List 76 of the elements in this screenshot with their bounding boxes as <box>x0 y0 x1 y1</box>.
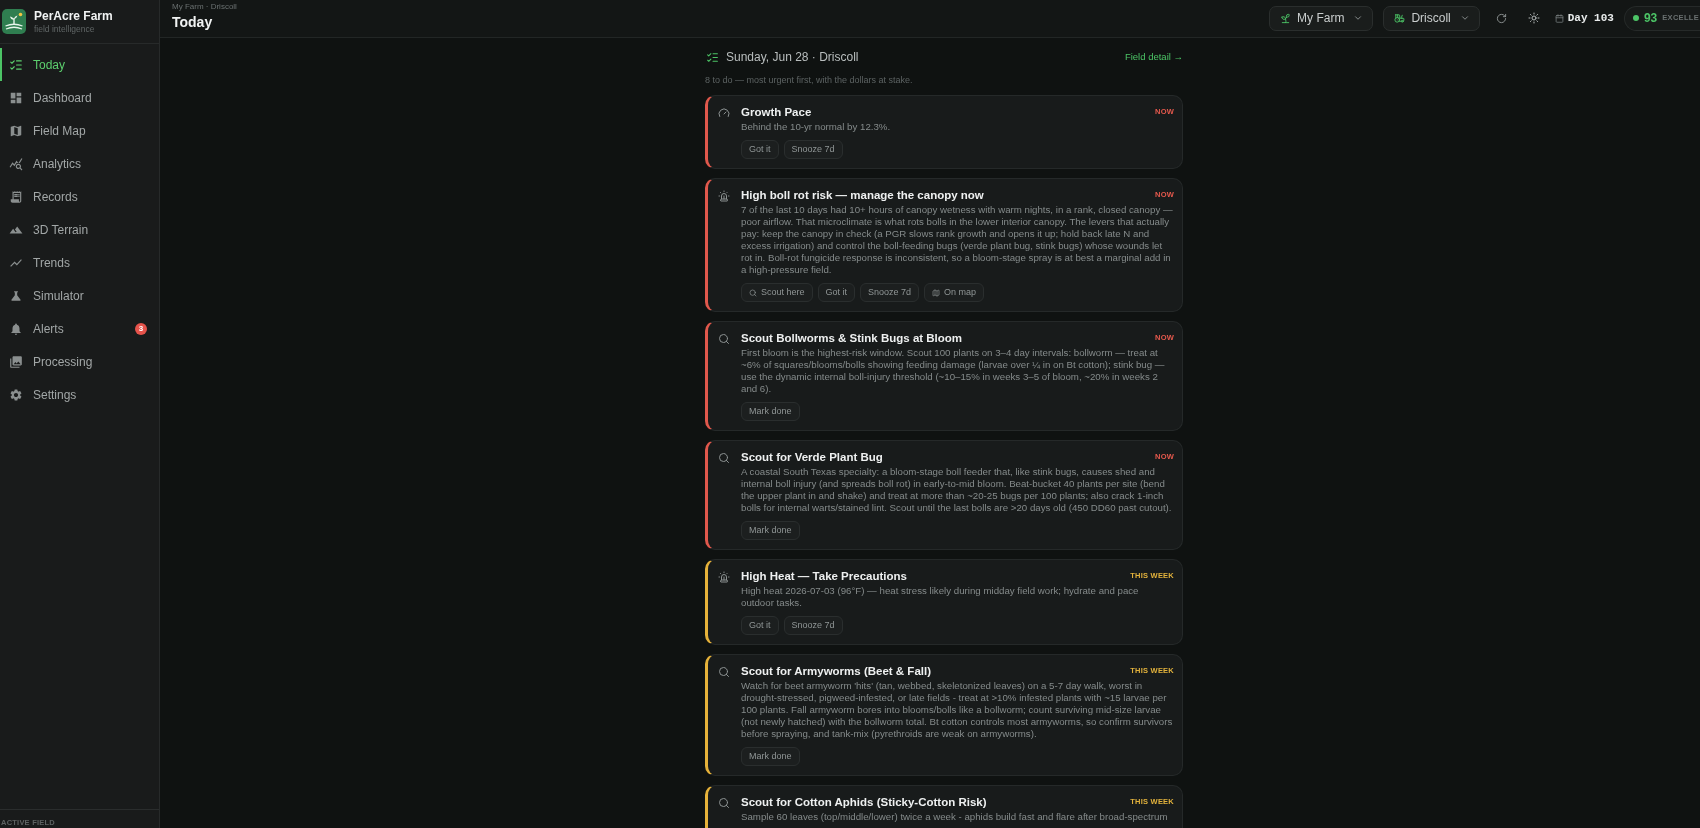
dashboard-grid-icon <box>9 90 23 105</box>
day-counter: Day 103 <box>1567 10 1614 26</box>
app-tagline: field intelligence <box>34 23 96 35</box>
checklist-icon <box>706 50 719 64</box>
task-description: 7 of the last 10 days had 10+ hours of canopy wetness with warm nights, in a rank, closed canopy — poor airflow. That microclimate is what rots bolls in the lower interior canopy. The levers that actually pay: keep the canopy in check (a PGR slows rank growth and opens it up; hold back late N and excess irrigation) and control the boll-feeding bugs (verde plant bug, stink bugs) whose wounds let rot in. Boll-rot fungicide response is inconsistent, so a bloom-stage spray is at best a marginal add in a high-pressure field. <box>741 204 1174 276</box>
search-icon <box>718 333 730 345</box>
snooze-button[interactable]: Snooze 7d <box>783 616 843 635</box>
mark-done-button[interactable]: Mark done <box>741 402 800 421</box>
nav-item[interactable]: Records <box>0 180 159 213</box>
acknowledge-button[interactable]: Got it <box>741 140 779 159</box>
show-on-map-button[interactable]: On map <box>924 283 985 302</box>
field-detail-link[interactable]: Field detail → <box>1124 49 1183 65</box>
page-title: Today <box>172 13 214 32</box>
summary-text: 8 to do — most urgent first, with the dollars at stake. <box>705 74 914 86</box>
search-icon <box>749 288 757 297</box>
task-title: Scout for Cotton Aphids (Sticky-Cotton Risk) <box>741 795 987 810</box>
scout-here-button[interactable]: Scout here <box>741 283 813 302</box>
refresh-icon[interactable] <box>1495 12 1507 24</box>
nav-item[interactable]: Dashboard <box>0 81 159 114</box>
farm-select[interactable]: My Farm <box>1269 5 1374 31</box>
sprout-icon <box>1280 12 1292 24</box>
nav-item[interactable]: Settings <box>0 378 159 411</box>
snooze-button[interactable]: Snooze 7d <box>783 140 843 159</box>
task-title: High boll rot risk — manage the canopy now <box>741 188 984 203</box>
tractor-icon <box>1394 12 1406 24</box>
checklist-icon <box>9 57 23 72</box>
date-heading: Sunday, Jun 28 · Driscoll <box>726 49 859 66</box>
task-description: A coastal South Texas specialty: a bloom-stage boll feeder that, like stink bugs, causes shed and internal boll injury (and spreads boll rot) in early-to-mid bloom. Beat-bucket 40 plants per site (bend the upper plant in and shake) and treat at more than ~20-25 bugs per 100 plants; also crack 1-inch bolls for internal warts/stained lint. Scout until the last bolls are >20 days old (450 DD60 past cutout). <box>741 466 1173 514</box>
task-description: High heat 2026-07-03 (96°F) — heat stress likely during midday field work; hydrate and pace outdoor tasks. <box>741 585 1140 609</box>
task-description: First bloom is the highest-risk window. Scout 100 plants on 3–4 day intervals: bollworm — treat at ~6% of squares/blooms/bolls showing feeding damage (larvae over ¼ in on Bt cotton); stink bug — use the dynamic internal boll-injury threshold (~10–15% in weeks 3–5 of bloom, ~20% in weeks 2 and 6). <box>741 347 1166 395</box>
search-icon <box>718 452 730 464</box>
nav-item[interactable]: Trends <box>0 246 159 279</box>
theme-sun-icon[interactable] <box>1527 12 1540 24</box>
document-icon <box>9 189 23 204</box>
settings-icon <box>9 387 23 402</box>
task-title: High Heat — Take Precautions <box>741 569 907 584</box>
bell-icon <box>9 321 23 336</box>
flask-icon <box>9 288 23 303</box>
task-title: Scout Bollworms & Stink Bugs at Bloom <box>741 331 963 346</box>
search-icon <box>718 797 730 809</box>
acknowledge-button[interactable]: Got it <box>741 616 779 635</box>
alert-count-badge: 3 <box>135 322 147 335</box>
nav-item[interactable]: Today <box>0 48 159 81</box>
task-description: Watch for beet armyworm 'hits' (tan, webbed, skeletonized leaves) on a 5-7 day walk, worst in drought-stressed, pigweed-infested, or late fields - treat at >10% infested plants with ~15 larvae per 100 plants. Fall armyworm bores into blooms/bolls like a bollworm; count surviving mid-size larvae (not newly hatched) with the bollworm total. Bt cotton controls most armyworms, so confirm survivors before spraying, and tank-mix (pyrethroids are weak on armyworms). <box>741 680 1174 740</box>
field-select[interactable]: Driscoll <box>1383 5 1480 31</box>
siren-icon <box>718 190 730 202</box>
task-title: Scout for Armyworms (Beet & Fall) <box>741 664 931 679</box>
chevron-down-icon <box>1353 13 1364 23</box>
mark-done-button[interactable]: Mark done <box>741 521 800 540</box>
breadcrumb: My Farm · Driscoll <box>172 1 237 12</box>
task-description: Behind the 10-yr normal by 12.3%. <box>741 121 892 133</box>
siren-icon <box>718 571 730 583</box>
nav-item[interactable]: Processing <box>0 345 159 378</box>
map-icon <box>932 288 941 297</box>
nav-item[interactable]: Field Map <box>0 114 159 147</box>
gauge-icon <box>718 107 730 119</box>
task-title: Growth Pace <box>741 105 812 120</box>
mark-done-button[interactable]: Mark done <box>741 747 800 766</box>
app-name: PerAcre Farm <box>34 8 113 24</box>
chevron-down-icon <box>1459 13 1470 23</box>
task-description: Sample 60 leaves (top/middle/lower) twice a week - aphids build fast and flare after broad-spectrum <box>741 811 1169 823</box>
nav-item[interactable]: 3D Terrain <box>0 213 159 246</box>
task-title: Scout for Verde Plant Bug <box>741 450 883 465</box>
search-icon <box>718 666 730 678</box>
calendar-icon <box>1554 13 1564 23</box>
chart-icon <box>9 156 23 171</box>
score-value: 93 <box>1643 10 1658 27</box>
logo-icon <box>2 9 26 34</box>
nav-item[interactable]: Analytics <box>0 147 159 180</box>
nav-item[interactable]: Simulator <box>0 279 159 312</box>
snooze-button[interactable]: Snooze 7d <box>860 283 920 302</box>
photo-library-icon <box>9 354 23 369</box>
map-icon <box>9 123 23 138</box>
nav-item[interactable]: Alerts 3 <box>0 312 159 345</box>
acknowledge-button[interactable]: Got it <box>817 283 856 302</box>
status-dot-icon <box>1632 15 1639 21</box>
